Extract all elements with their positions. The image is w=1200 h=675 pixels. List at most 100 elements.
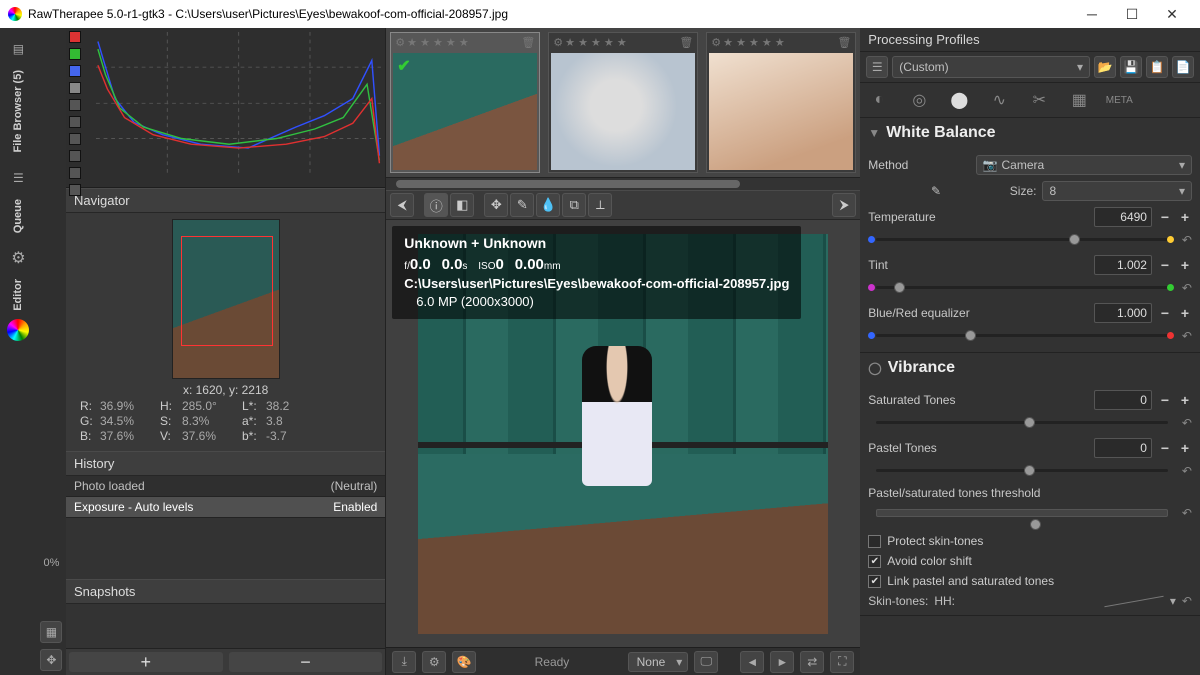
undo-icon[interactable]: ↶ <box>1182 464 1192 478</box>
trash-icon[interactable]: 🗑 <box>521 36 535 49</box>
profile-mode-icon[interactable]: ☰ <box>866 56 888 78</box>
color-tab-icon[interactable]: ⬤ <box>948 89 970 111</box>
rating-stars[interactable]: ★ ★ ★ ★ ★ <box>723 36 785 49</box>
link-tones-checkbox[interactable]: ✔Link pastel and saturated tones <box>868 571 1192 591</box>
temperature-value[interactable]: 6490 <box>1094 207 1152 227</box>
chevron-down-icon[interactable]: ▾ <box>1170 594 1176 608</box>
saturated-value[interactable]: 0 <box>1094 390 1152 410</box>
pastel-value[interactable]: 0 <box>1094 438 1152 458</box>
filmstrip-thumb[interactable]: ⚙★ ★ ★ ★ ★ 🗑 <box>548 32 698 173</box>
thumbnail-grid-icon[interactable]: ▦ <box>40 621 62 643</box>
navigator-thumbnail[interactable] <box>172 219 280 379</box>
profile-select[interactable]: (Custom)▾ <box>892 56 1090 78</box>
close-button[interactable]: ✕ <box>1152 0 1192 28</box>
undo-icon[interactable]: ↶ <box>1182 416 1192 430</box>
settings-icon[interactable]: ⚙ <box>3 243 33 273</box>
pas-plus[interactable]: + <box>1178 440 1192 456</box>
queue-icon[interactable]: ☰ <box>3 163 33 193</box>
snapshot-remove-button[interactable]: − <box>229 652 383 672</box>
wb-picker-icon[interactable]: 💧 <box>536 193 560 217</box>
profile-load-icon[interactable]: 📂 <box>1094 56 1116 78</box>
enable-toggle-icon[interactable]: ◯ <box>868 361 881 375</box>
meta-tab-icon[interactable]: META <box>1108 89 1130 111</box>
protect-skin-checkbox[interactable]: Protect skin-tones <box>868 531 1192 551</box>
size-select[interactable]: 8▾ <box>1042 181 1192 201</box>
trash-icon[interactable]: 🗑 <box>679 36 693 49</box>
hand-tool-icon[interactable]: ✥ <box>484 193 508 217</box>
filmstrip-thumb[interactable]: ⚙★ ★ ★ ★ ★ 🗑 <box>706 32 856 173</box>
minimize-button[interactable]: ─ <box>1072 0 1112 28</box>
gear-icon[interactable]: ⚙ <box>711 36 721 49</box>
info-icon[interactable]: ⓘ <box>424 193 448 217</box>
method-value[interactable]: 📷 Camera▾ <box>976 155 1192 175</box>
raw-tab-icon[interactable]: ▦ <box>1068 89 1090 111</box>
undo-icon[interactable]: ↶ <box>1182 329 1192 343</box>
bluered-value[interactable]: 1.000 <box>1094 303 1152 323</box>
br-minus[interactable]: − <box>1158 305 1172 321</box>
threshold-slider[interactable]: ↶ <box>868 505 1192 525</box>
gear-icon[interactable]: ⚙ <box>553 36 563 49</box>
tint-value[interactable]: 1.002 <box>1094 255 1152 275</box>
temperature-slider[interactable]: ↶ <box>868 232 1192 246</box>
gear-icon[interactable]: ⚙ <box>395 36 405 49</box>
trash-icon[interactable]: 🗑 <box>837 36 851 49</box>
pas-minus[interactable]: − <box>1158 440 1172 456</box>
move-icon[interactable]: ✥ <box>40 649 62 671</box>
image-viewer[interactable]: Unknown + Unknown f/0.0 0.0s ISO0 0.00mm… <box>386 220 860 647</box>
saturated-slider[interactable]: ↶ <box>868 415 1192 429</box>
editor-tab[interactable]: Editor <box>12 279 24 311</box>
profile-copy-icon[interactable]: 📋 <box>1146 56 1168 78</box>
avoid-color-shift-checkbox[interactable]: ✔Avoid color shift <box>868 551 1192 571</box>
bluered-slider[interactable]: ↶ <box>868 328 1192 342</box>
file-browser-icon[interactable]: ▤ <box>3 34 33 64</box>
sat-plus[interactable]: + <box>1178 392 1192 408</box>
wavelet-tab-icon[interactable]: ∿ <box>988 89 1010 111</box>
pastel-slider[interactable]: ↶ <box>868 463 1192 477</box>
tint-slider[interactable]: ↶ <box>868 280 1192 294</box>
queue-add-icon[interactable]: ⚙ <box>422 651 446 673</box>
profile-paste-icon[interactable]: 📄 <box>1172 56 1194 78</box>
history-row[interactable]: Exposure - Auto levelsEnabled <box>66 497 385 518</box>
before-after-icon[interactable]: ◧ <box>450 193 474 217</box>
undo-icon[interactable]: ↶ <box>1182 506 1192 520</box>
filmstrip-thumb[interactable]: ⚙★ ★ ★ ★ ★ 🗑 <box>390 32 540 173</box>
temp-minus[interactable]: − <box>1158 209 1172 225</box>
pin-left-icon[interactable]: ⮜ <box>390 193 414 217</box>
snapshot-add-button[interactable]: + <box>69 652 223 672</box>
picker-icon[interactable]: ✎ <box>510 193 534 217</box>
section-toggle-icon[interactable]: ▼ <box>868 126 880 140</box>
monitor-icon[interactable]: 🖵 <box>694 651 718 673</box>
sat-minus[interactable]: − <box>1158 392 1172 408</box>
straighten-icon[interactable]: ⟂ <box>588 193 612 217</box>
tint-plus[interactable]: + <box>1178 257 1192 273</box>
undo-icon[interactable]: ↶ <box>1182 594 1192 608</box>
history-row[interactable]: Photo loaded(Neutral) <box>66 476 385 497</box>
fullscreen-icon[interactable]: ⛶ <box>830 651 854 673</box>
pin-right-icon[interactable]: ⮞ <box>832 193 856 217</box>
rating-stars[interactable]: ★ ★ ★ ★ ★ <box>407 36 469 49</box>
transform-tab-icon[interactable]: ✂ <box>1028 89 1050 111</box>
detail-tab-icon[interactable]: ◎ <box>908 89 930 111</box>
profile-select[interactable]: None <box>628 652 689 672</box>
curve-preview-icon[interactable] <box>1104 595 1163 606</box>
tint-minus[interactable]: − <box>1158 257 1172 273</box>
wb-picker-button[interactable]: ✎ <box>868 184 1004 198</box>
filmstrip-scrollbar[interactable] <box>386 178 860 190</box>
histogram-channel-toggles[interactable] <box>68 30 94 200</box>
file-browser-tab[interactable]: File Browser (5) <box>12 70 24 153</box>
crop-icon[interactable]: ⧉ <box>562 193 586 217</box>
sync-icon[interactable]: ⇄ <box>800 651 824 673</box>
queue-tab[interactable]: Queue <box>12 199 24 233</box>
temp-plus[interactable]: + <box>1178 209 1192 225</box>
undo-icon[interactable]: ↶ <box>1182 233 1192 247</box>
nav-prev-icon[interactable]: ◄ <box>740 651 764 673</box>
rating-stars[interactable]: ★ ★ ★ ★ ★ <box>565 36 627 49</box>
color-wheel-icon[interactable] <box>7 319 29 341</box>
maximize-button[interactable]: ☐ <box>1112 0 1152 28</box>
br-plus[interactable]: + <box>1178 305 1192 321</box>
undo-icon[interactable]: ↶ <box>1182 281 1192 295</box>
exposure-tab-icon[interactable]: ◐ <box>868 89 890 111</box>
profile-save-icon[interactable]: 💾 <box>1120 56 1142 78</box>
nav-next-icon[interactable]: ► <box>770 651 794 673</box>
save-icon[interactable]: ⤓ <box>392 651 416 673</box>
